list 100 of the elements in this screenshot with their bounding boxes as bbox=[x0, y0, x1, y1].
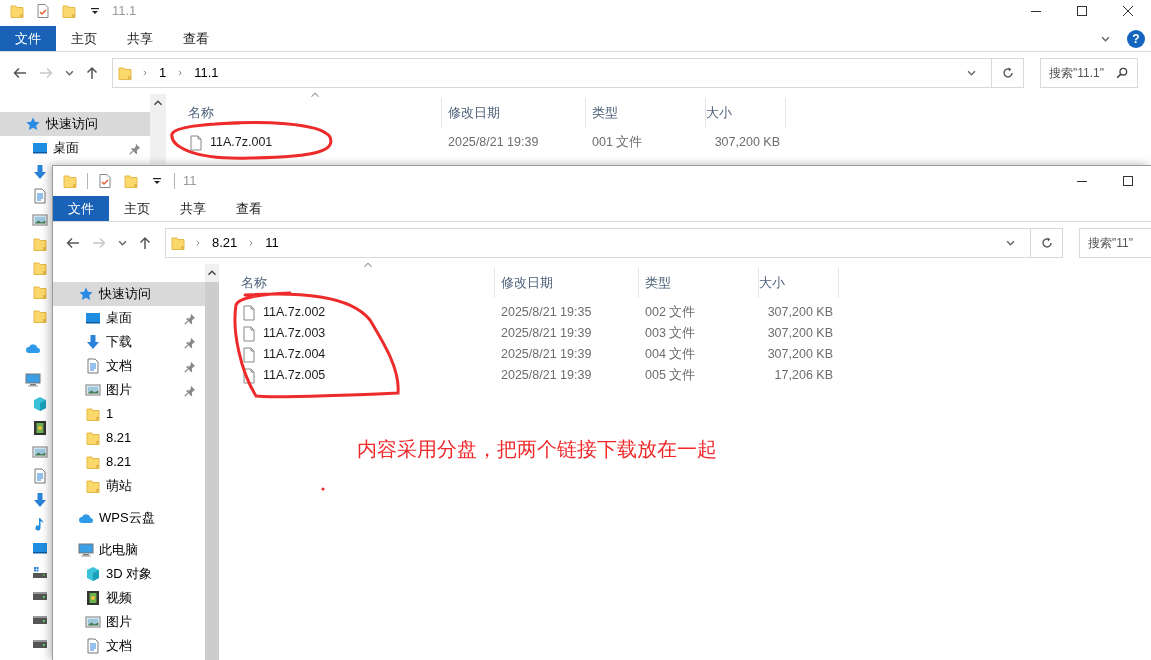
ribbon-tab[interactable]: 共享 bbox=[112, 26, 168, 51]
column-header[interactable]: 名称 bbox=[219, 268, 495, 298]
file-name[interactable]: 11A.7z.003 bbox=[263, 324, 326, 343]
nav-item[interactable]: 视频 bbox=[53, 586, 205, 610]
column-header[interactable]: 类型 bbox=[586, 98, 706, 128]
table-cell-text: 307,200 KB bbox=[766, 304, 834, 322]
folder-icon bbox=[85, 406, 101, 422]
table-cell-text: 307,200 KB bbox=[713, 134, 781, 152]
address-bar[interactable]: 1 11.1 bbox=[112, 58, 1024, 88]
chevron-icon bbox=[117, 240, 127, 246]
back-arrow-icon bbox=[65, 235, 81, 251]
maximize-icon bbox=[1120, 173, 1136, 189]
file-icon bbox=[241, 325, 257, 342]
film-icon bbox=[32, 420, 48, 436]
table-cell-text: 2025/8/21 19:35 bbox=[500, 304, 593, 322]
breadcrumb-link[interactable]: 1 bbox=[157, 63, 169, 83]
column-header[interactable]: 类型 bbox=[639, 268, 759, 298]
folder-icon bbox=[85, 454, 101, 470]
folder-icon bbox=[32, 284, 48, 300]
search-input[interactable]: 搜索"11.1" bbox=[1049, 64, 1111, 82]
folder-icon bbox=[170, 235, 186, 251]
table-cell-text: 002 文件 bbox=[644, 304, 697, 322]
file-name[interactable]: 11A.7z.002 bbox=[263, 303, 326, 322]
ribbon-tab[interactable]: 主页 bbox=[56, 26, 112, 51]
annotation-note: 内容采用分盘，把两个链接下载放在一起 bbox=[357, 437, 717, 462]
ribbon-tab[interactable]: 查看 bbox=[168, 26, 224, 51]
nav-item[interactable]: 下载 bbox=[53, 330, 205, 354]
nav-item[interactable]: 桌面 bbox=[53, 306, 205, 330]
nav-item[interactable]: 1 bbox=[53, 402, 205, 426]
breadcrumb-link[interactable]: 11 bbox=[263, 233, 281, 253]
download-icon bbox=[85, 334, 101, 350]
screen-icon bbox=[32, 540, 48, 556]
search-input[interactable]: 搜索"11" bbox=[1088, 234, 1149, 252]
ribbon-tab[interactable]: 文件 bbox=[0, 26, 56, 51]
ribbon-tab[interactable]: 文件 bbox=[53, 196, 109, 221]
ribbon-tab[interactable]: 共享 bbox=[165, 196, 221, 221]
download-icon bbox=[32, 164, 48, 180]
file-name[interactable]: 11A.7z.005 bbox=[263, 366, 326, 385]
breadcrumb-link[interactable]: 11.1 bbox=[192, 63, 221, 83]
scrollbar[interactable] bbox=[205, 264, 219, 660]
column-header[interactable]: 名称 bbox=[166, 98, 442, 128]
breadcrumb-link[interactable]: 8.21 bbox=[210, 233, 240, 253]
folder-icon bbox=[62, 173, 78, 189]
table-cell-text: 004 文件 bbox=[644, 346, 697, 364]
ribbon-tab[interactable]: 查看 bbox=[221, 196, 277, 221]
help-button[interactable]: ? bbox=[1127, 29, 1145, 48]
minimize-icon bbox=[1077, 180, 1087, 182]
picture-icon bbox=[32, 212, 48, 228]
nav-item[interactable]: 文档 bbox=[53, 634, 205, 658]
chevron-icon bbox=[966, 70, 976, 76]
maximize-icon bbox=[1074, 3, 1090, 19]
column-header[interactable]: 修改日期 bbox=[442, 98, 586, 128]
nav-item[interactable]: 此电脑 bbox=[53, 538, 205, 562]
nav-item[interactable]: 8.21 bbox=[53, 450, 205, 474]
column-header[interactable]: 大小 bbox=[706, 98, 786, 128]
file-name[interactable]: 11A.7z.001 bbox=[210, 133, 273, 152]
table-cell-text: 2025/8/21 19:39 bbox=[500, 367, 593, 385]
folder-icon bbox=[117, 65, 133, 81]
download-icon bbox=[32, 492, 48, 508]
nav-item[interactable]: 8.21 bbox=[53, 426, 205, 450]
computer-icon bbox=[78, 542, 94, 558]
search-field[interactable]: 搜索"11" bbox=[1079, 228, 1151, 258]
checklist-icon bbox=[97, 173, 113, 189]
cube-icon bbox=[85, 566, 101, 582]
folder-icon bbox=[123, 173, 139, 189]
up-arrow-icon bbox=[84, 65, 100, 81]
nav-item[interactable]: WPS云盘 bbox=[53, 506, 205, 530]
screen-icon bbox=[32, 140, 48, 156]
scrollbar[interactable] bbox=[150, 94, 166, 164]
close-icon bbox=[1120, 3, 1136, 19]
file-icon bbox=[188, 134, 204, 151]
nav-item[interactable]: 图片 bbox=[53, 610, 205, 634]
search-field[interactable]: 搜索"11.1" bbox=[1040, 58, 1138, 88]
document-icon bbox=[85, 358, 101, 374]
film-icon bbox=[85, 590, 101, 606]
nav-item[interactable]: 文档 bbox=[53, 354, 205, 378]
table-cell-text: 2025/8/21 19:39 bbox=[447, 134, 540, 152]
file-name[interactable]: 11A.7z.004 bbox=[263, 345, 326, 364]
nav-item[interactable]: 桌面 bbox=[0, 136, 150, 160]
table-cell-text: 307,200 KB bbox=[766, 325, 834, 343]
address-bar[interactable]: 8.21 11 bbox=[165, 228, 1063, 258]
minimize-icon bbox=[1031, 10, 1041, 12]
window-title: 11 bbox=[183, 172, 197, 191]
nav-item[interactable]: 图片 bbox=[53, 378, 205, 402]
folder-icon bbox=[32, 260, 48, 276]
nav-item[interactable]: 萌站 bbox=[53, 474, 205, 498]
column-header[interactable]: 修改日期 bbox=[495, 268, 639, 298]
nav-item[interactable]: 快速访问 bbox=[0, 112, 150, 136]
nav-item[interactable]: 快速访问 bbox=[53, 282, 205, 306]
picture-icon bbox=[32, 444, 48, 460]
window-title: 11.1 bbox=[112, 2, 137, 21]
ribbon-tab[interactable]: 主页 bbox=[109, 196, 165, 221]
nav-item[interactable]: 3D 对象 bbox=[53, 562, 205, 586]
back-arrow-icon bbox=[12, 65, 28, 81]
screen-icon bbox=[85, 310, 101, 326]
up-arrow-icon bbox=[137, 235, 153, 251]
column-header[interactable]: 大小 bbox=[759, 268, 839, 298]
table-cell-text: 2025/8/21 19:39 bbox=[500, 325, 593, 343]
chevron-icon bbox=[1100, 35, 1110, 42]
cube-icon bbox=[32, 396, 48, 412]
